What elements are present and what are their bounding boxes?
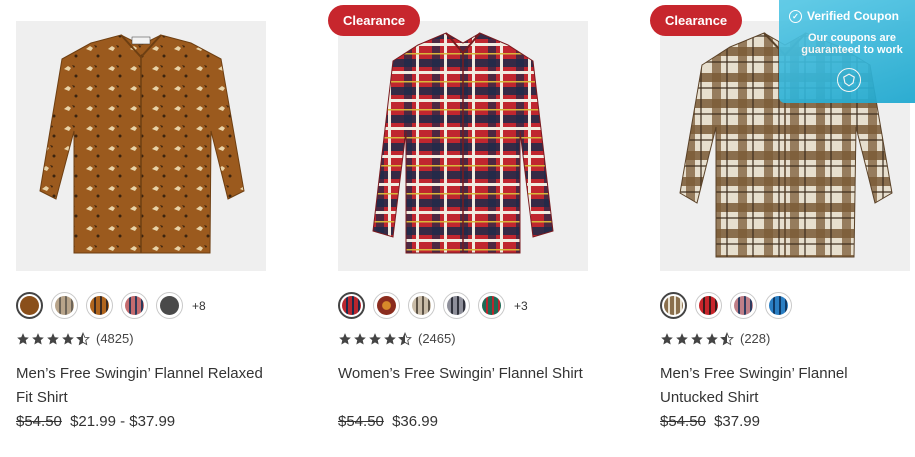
rating-count: (4825) bbox=[96, 331, 134, 346]
original-price: $54.50 bbox=[16, 413, 62, 430]
swatch-color bbox=[699, 296, 718, 315]
more-colors-count[interactable]: +8 bbox=[192, 299, 206, 313]
verified-coupon-popup[interactable]: ✓ Verified Coupon Our coupons are guaran… bbox=[779, 0, 915, 103]
color-swatch[interactable] bbox=[443, 292, 470, 319]
star-icon bbox=[47, 332, 59, 345]
swatch-color bbox=[482, 296, 501, 315]
color-swatches: +3 bbox=[338, 292, 528, 319]
product-image[interactable] bbox=[338, 21, 588, 271]
swatch-color bbox=[377, 296, 396, 315]
product-name[interactable]: Women’s Free Swingin’ Flannel Shirt bbox=[338, 362, 588, 386]
product-card[interactable]: +8 (4825) Men’s Free Swingin’ Flannel Re… bbox=[16, 0, 266, 457]
star-rating bbox=[660, 331, 734, 346]
star-icon bbox=[384, 332, 396, 345]
coupon-line-1: Our coupons are bbox=[807, 32, 897, 44]
product-price: $54.50 $36.99 bbox=[338, 413, 438, 430]
color-swatch[interactable] bbox=[478, 292, 505, 319]
color-swatch[interactable] bbox=[373, 292, 400, 319]
product-name[interactable]: Men’s Free Swingin’ Flannel Relaxed Fit … bbox=[16, 362, 266, 410]
star-icon bbox=[369, 332, 381, 345]
coupon-line-2: guaranteed to work bbox=[801, 44, 903, 56]
star-rating bbox=[338, 331, 412, 346]
coupon-message: Our coupons are guaranteed to work bbox=[779, 32, 915, 56]
swatch-color bbox=[90, 296, 109, 315]
swatch-color bbox=[769, 296, 788, 315]
star-icon bbox=[17, 332, 29, 345]
product-card[interactable]: Clearance +3 (2465) Women’s Free Swingin… bbox=[328, 0, 588, 457]
rating[interactable]: (2465) bbox=[338, 331, 456, 346]
swatch-color bbox=[447, 296, 466, 315]
swatch-color bbox=[160, 296, 179, 315]
product-name[interactable]: Men’s Free Swingin’ Flannel Untucked Shi… bbox=[660, 362, 910, 410]
swatch-color bbox=[342, 296, 361, 315]
original-price: $54.50 bbox=[338, 413, 384, 430]
color-swatch[interactable] bbox=[695, 292, 722, 319]
color-swatch[interactable] bbox=[730, 292, 757, 319]
rating-count: (2465) bbox=[418, 331, 456, 346]
coupon-header: ✓ Verified Coupon bbox=[779, 0, 915, 23]
check-circle-icon: ✓ bbox=[789, 9, 802, 23]
color-swatch[interactable] bbox=[121, 292, 148, 319]
rating[interactable]: (4825) bbox=[16, 331, 134, 346]
coupon-title: Verified Coupon bbox=[807, 9, 900, 23]
product-price: $54.50 $37.99 bbox=[660, 413, 760, 430]
color-swatch[interactable] bbox=[660, 292, 687, 319]
color-swatch[interactable] bbox=[156, 292, 183, 319]
shield-icon[interactable] bbox=[837, 68, 861, 92]
color-swatches: +8 bbox=[16, 292, 206, 319]
swatch-color bbox=[664, 296, 683, 315]
star-icon bbox=[339, 332, 351, 345]
color-swatch[interactable] bbox=[408, 292, 435, 319]
rating[interactable]: (228) bbox=[660, 331, 770, 346]
shirt-image-brown-print bbox=[39, 34, 245, 254]
shirt-image-red-plaid bbox=[372, 32, 554, 254]
clearance-badge: Clearance bbox=[650, 5, 743, 36]
product-price: $54.50 $21.99 - $37.99 bbox=[16, 413, 175, 430]
star-rating bbox=[16, 331, 90, 346]
rating-count: (228) bbox=[740, 331, 771, 346]
shield-glyph bbox=[843, 73, 855, 87]
color-swatch[interactable] bbox=[765, 292, 792, 319]
color-swatch[interactable] bbox=[338, 292, 365, 319]
star-icon bbox=[706, 332, 718, 345]
star-icon bbox=[62, 332, 74, 345]
product-image[interactable] bbox=[16, 21, 266, 271]
sale-price: $37.99 bbox=[714, 413, 760, 430]
more-colors-count[interactable]: +3 bbox=[514, 299, 528, 313]
swatch-color bbox=[412, 296, 431, 315]
star-icon bbox=[661, 332, 673, 345]
swatch-color bbox=[55, 296, 74, 315]
color-swatches bbox=[660, 292, 801, 319]
clearance-badge: Clearance bbox=[328, 5, 421, 36]
color-swatch[interactable] bbox=[86, 292, 113, 319]
sale-price: $36.99 bbox=[392, 413, 438, 430]
swatch-color bbox=[20, 296, 39, 315]
half-star-icon bbox=[76, 331, 90, 345]
color-swatch[interactable] bbox=[16, 292, 43, 319]
original-price: $54.50 bbox=[660, 413, 706, 430]
star-icon bbox=[354, 332, 366, 345]
sale-price: $21.99 - $37.99 bbox=[70, 413, 176, 430]
star-icon bbox=[676, 332, 688, 345]
color-swatch[interactable] bbox=[51, 292, 78, 319]
star-icon bbox=[32, 332, 44, 345]
half-star-icon bbox=[398, 331, 412, 345]
swatch-color bbox=[734, 296, 753, 315]
swatch-color bbox=[125, 296, 144, 315]
star-icon bbox=[691, 332, 703, 345]
half-star-icon bbox=[720, 331, 734, 345]
